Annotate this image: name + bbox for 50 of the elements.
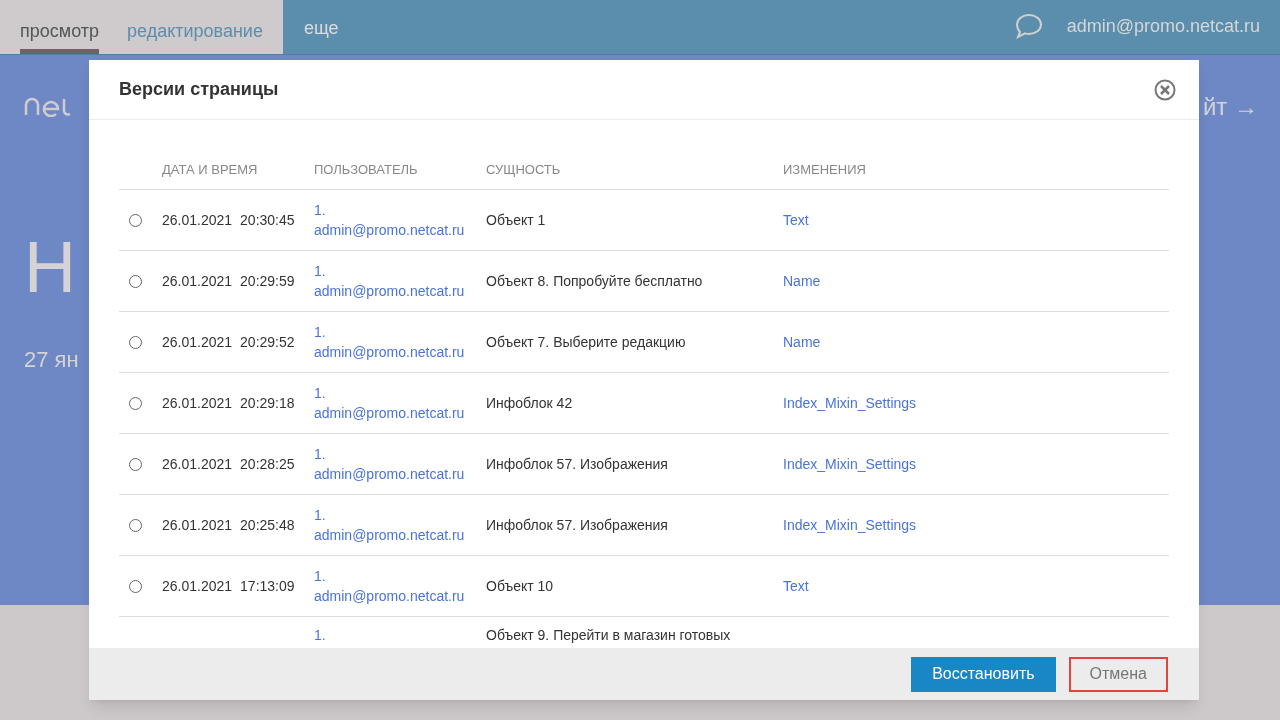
user-link[interactable]: 1. admin@promo.netcat.ru	[314, 566, 474, 606]
column-header: ИЗМЕНЕНИЯ	[783, 160, 867, 179]
time-cell-text: 20:29:18	[240, 393, 295, 413]
time-cell-text: 20:29:59	[240, 271, 295, 291]
entity-cell: Объект 10	[486, 577, 554, 594]
date-cell-text: 26.01.2021	[162, 515, 233, 535]
date-cell-text: 26.01.2021	[162, 454, 233, 474]
hero-heading: Н	[24, 231, 76, 303]
user-link[interactable]: 1. admin@promo.netcat.ru	[314, 200, 474, 240]
date-cell-text: 26.01.2021	[162, 332, 233, 352]
column-header: ПОЛЬЗОВАТЕЛЬ	[314, 160, 419, 179]
cancel-button[interactable]: Отмена	[1068, 656, 1168, 692]
user-link[interactable]: 1. admin@promo.netcat.ru	[314, 261, 474, 301]
time-cell-text: 20:28:25	[240, 454, 295, 474]
entity-cell: Объект 1	[486, 211, 546, 228]
changes-link[interactable]: Name	[783, 272, 821, 289]
changes-link[interactable]: Text	[783, 577, 809, 594]
entity-cell: Инфоблок 57. Изображения	[486, 516, 668, 533]
time-cell-text: 20:25:48	[240, 515, 295, 535]
restore-button[interactable]: Восстановить	[911, 656, 1056, 692]
column-header: ДАТА И ВРЕМЯ	[162, 160, 259, 179]
close-icon[interactable]	[1154, 78, 1176, 101]
changes-link[interactable]: Index_Mixin_Settings	[783, 394, 917, 411]
time-cell-text: 20:29:52	[240, 332, 295, 352]
entity-cell: Объект 8. Попробуйте бесплатно	[486, 272, 703, 289]
user-email[interactable]: admin@promo.netcat.ru	[1066, 12, 1260, 40]
user-link[interactable]: 1. admin@promo.netcat.ru	[314, 505, 474, 545]
more-menu[interactable]: еще	[303, 0, 339, 54]
time-cell-text: 20:30:45	[240, 210, 295, 230]
entity-cell: Инфоблок 42	[486, 394, 573, 411]
date-cell-text: 26.01.2021	[162, 271, 233, 291]
changes-link[interactable]: Index_Mixin_Settings	[783, 455, 917, 472]
entity-cell: Инфоблок 57. Изображения	[486, 455, 668, 472]
date-cell-text: 26.01.2021	[162, 210, 233, 230]
changes-link[interactable]: Name	[783, 333, 821, 350]
user-link[interactable]: 1.	[314, 625, 474, 645]
date-cell-text: 26.01.2021	[162, 393, 233, 413]
hero-date: 27 ян	[24, 346, 79, 374]
entity-cell: Объект 9. Перейти в магазин готовых	[486, 627, 731, 643]
date-cell-text: 26.01.2021	[162, 576, 233, 596]
entity-cell: Объект 7. Выберите редакцию	[486, 333, 686, 350]
user-link[interactable]: 1. admin@promo.netcat.ru	[314, 444, 474, 484]
user-link[interactable]: 1. admin@promo.netcat.ru	[314, 383, 474, 423]
column-header: СУЩНОСТЬ	[486, 160, 562, 179]
hero-link[interactable]: йт →	[1202, 89, 1258, 125]
dialog-title: Версии страницы	[119, 78, 279, 101]
changes-link[interactable]: Text	[783, 211, 809, 228]
time-cell-text: 17:13:09	[240, 576, 295, 596]
changes-link[interactable]: Index_Mixin_Settings	[783, 516, 917, 533]
user-link[interactable]: 1. admin@promo.netcat.ru	[314, 322, 474, 362]
